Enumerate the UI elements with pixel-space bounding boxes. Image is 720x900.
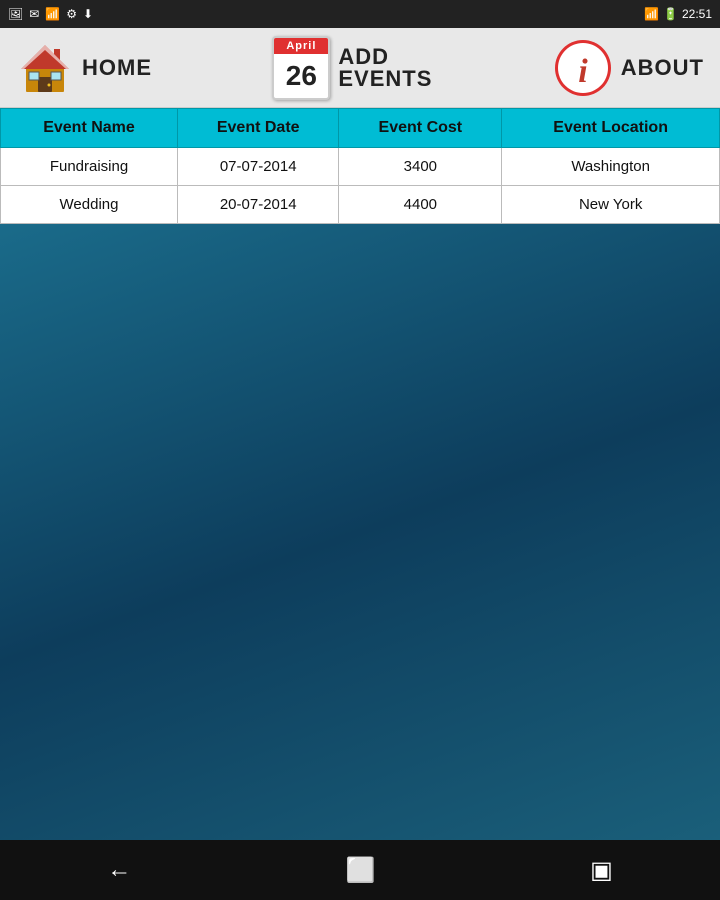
bottom-nav: ← ⬜ ▣ [0, 840, 720, 900]
home-label: HOME [82, 55, 152, 81]
wifi-icon: 📶 [45, 7, 60, 21]
table-cell: Fundraising [1, 148, 178, 186]
table-row[interactable]: Wedding20-07-20144400New York [1, 186, 720, 224]
usb-icon: ⚙ [66, 7, 77, 21]
col-event-date: Event Date [178, 109, 339, 148]
calendar-icon: April 26 [272, 36, 330, 100]
home-nav-item[interactable]: HOME [16, 39, 152, 97]
download-icon: ⬇ [83, 7, 93, 21]
status-icons-left: 🖼 ✉ 📶 ⚙ ⬇ [8, 7, 93, 21]
table-cell: 07-07-2014 [178, 148, 339, 186]
table-row[interactable]: Fundraising07-07-20143400Washington [1, 148, 720, 186]
home-icon [16, 39, 74, 97]
table-cell: 3400 [339, 148, 502, 186]
calendar-month: April [274, 38, 328, 54]
add-events-nav-item[interactable]: April 26 ADD EVENTS [272, 36, 432, 100]
battery-icon: 🔋 [663, 7, 678, 21]
home-button[interactable]: ⬜ [326, 848, 396, 893]
events-table: Event Name Event Date Event Cost Event L… [0, 108, 720, 224]
status-bar: 🖼 ✉ 📶 ⚙ ⬇ 📶 🔋 22:51 [0, 0, 720, 28]
table-cell: Wedding [1, 186, 178, 224]
col-event-cost: Event Cost [339, 109, 502, 148]
add-events-line2: EVENTS [338, 68, 432, 90]
mail-icon: ✉ [29, 7, 39, 21]
table-cell: 4400 [339, 186, 502, 224]
col-event-name: Event Name [1, 109, 178, 148]
add-events-line1: ADD [338, 46, 432, 68]
col-event-location: Event Location [502, 109, 720, 148]
main-content [0, 224, 720, 840]
svg-text:i: i [578, 53, 588, 90]
about-nav-item[interactable]: i ABOUT [553, 38, 704, 98]
picture-icon: 🖼 [8, 7, 23, 21]
add-events-text: ADD EVENTS [338, 46, 432, 90]
table-cell: New York [502, 186, 720, 224]
signal-icon: 📶 [644, 7, 659, 21]
status-icons-right: 📶 🔋 22:51 [644, 7, 712, 21]
table-cell: 20-07-2014 [178, 186, 339, 224]
table-header-row: Event Name Event Date Event Cost Event L… [1, 109, 720, 148]
calendar-day: 26 [274, 54, 328, 98]
recent-button[interactable]: ▣ [570, 848, 633, 893]
table-cell: Washington [502, 148, 720, 186]
back-button[interactable]: ← [87, 848, 151, 892]
nav-bar: HOME April 26 ADD EVENTS i ABOUT [0, 28, 720, 108]
time-display: 22:51 [682, 7, 712, 21]
about-label: ABOUT [621, 55, 704, 81]
events-table-container: Event Name Event Date Event Cost Event L… [0, 108, 720, 224]
about-icon: i [553, 38, 613, 98]
